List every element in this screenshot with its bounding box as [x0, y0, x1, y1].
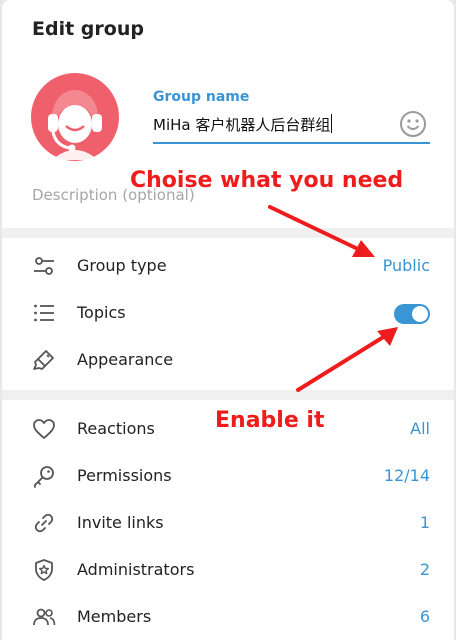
- members-row[interactable]: Members 6: [2, 594, 454, 640]
- text-caret: [331, 114, 333, 133]
- administrators-value: 2: [419, 560, 430, 579]
- shield-star-icon: [35, 559, 53, 581]
- group-avatar[interactable]: [30, 72, 120, 162]
- reactions-value: All: [410, 419, 430, 438]
- administrators-row[interactable]: Administrators 2: [2, 547, 454, 593]
- members-label: Members: [77, 607, 152, 626]
- group-type-label: Group type: [77, 256, 167, 275]
- group-name-label: Group name: [153, 89, 250, 105]
- heart-icon: [33, 419, 55, 439]
- group-type-value: Public: [382, 256, 430, 275]
- permissions-label: Permissions: [77, 466, 172, 485]
- topics-label: Topics: [77, 303, 126, 322]
- list-icon: [34, 304, 54, 322]
- toggle-knob: [412, 306, 428, 322]
- edit-group-dialog: Edit group Group name MiHa 客户机器人后台群组 Des…: [2, 0, 454, 640]
- section-divider: [2, 390, 454, 400]
- annotation-enable: Enable it: [215, 408, 325, 433]
- reactions-label: Reactions: [77, 419, 155, 438]
- sliders-icon: [34, 257, 54, 275]
- brush-icon: [33, 350, 54, 370]
- key-icon: [34, 466, 54, 488]
- members-value: 6: [419, 607, 430, 626]
- appearance-row[interactable]: Appearance: [2, 337, 454, 383]
- permissions-row[interactable]: Permissions 12/14: [2, 453, 454, 499]
- permissions-value: 12/14: [383, 466, 430, 485]
- section-divider: [2, 228, 454, 238]
- group-name-input[interactable]: MiHa 客户机器人后台群组: [153, 114, 333, 135]
- link-icon: [34, 513, 54, 533]
- group-type-row[interactable]: Group type Public: [2, 243, 454, 289]
- annotation-choose: Choise what you need: [130, 168, 404, 193]
- dialog-title: Edit group: [32, 18, 144, 40]
- invite-links-label: Invite links: [77, 513, 164, 532]
- invite-links-row[interactable]: Invite links 1: [2, 500, 454, 546]
- administrators-label: Administrators: [77, 560, 195, 579]
- emoji-icon[interactable]: [399, 110, 427, 138]
- members-icon: [33, 608, 56, 626]
- appearance-label: Appearance: [77, 350, 174, 369]
- topics-row[interactable]: Topics: [2, 290, 454, 336]
- group-name-value: MiHa 客户机器人后台群组: [153, 116, 331, 134]
- topics-toggle[interactable]: [394, 304, 430, 324]
- invite-links-value: 1: [419, 513, 430, 532]
- group-name-underline: [153, 142, 430, 144]
